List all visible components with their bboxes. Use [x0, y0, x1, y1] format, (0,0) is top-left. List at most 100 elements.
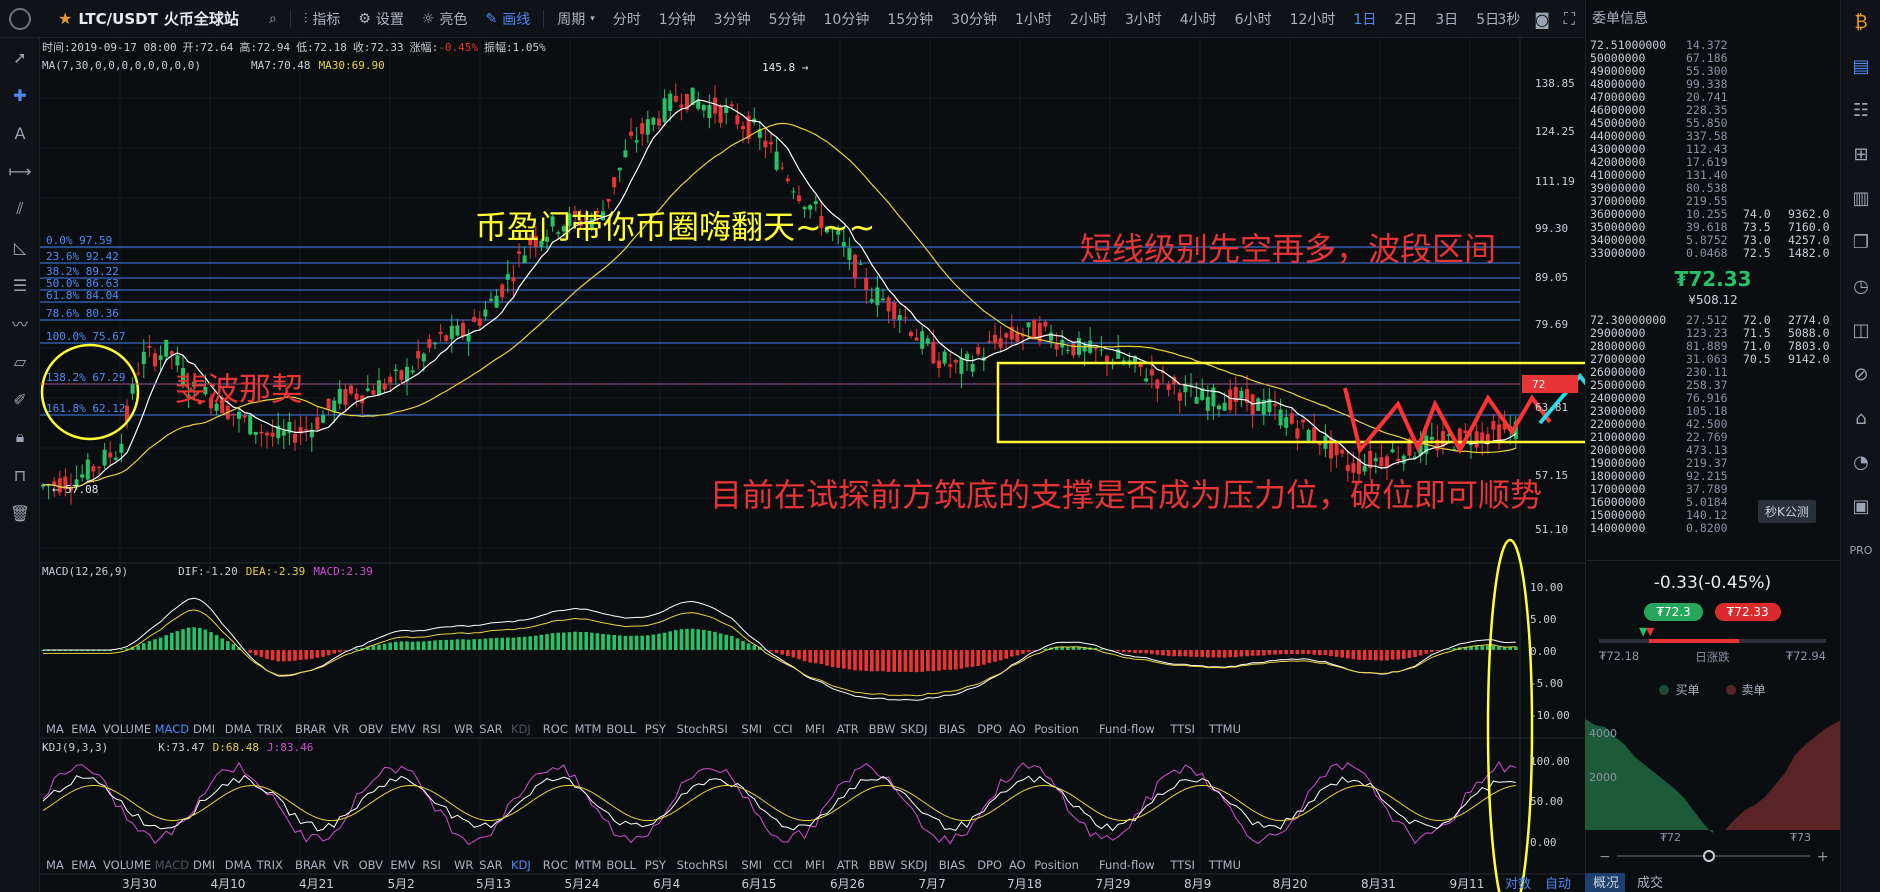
indicator-tab-TTSI[interactable]: TTSI [1169, 858, 1195, 872]
indicator-tab-MTM[interactable]: MTM [575, 858, 602, 872]
text-icon[interactable]: A [0, 114, 40, 152]
indicator-tab-PSY[interactable]: PSY [645, 722, 667, 736]
crosshair-icon[interactable]: ✚ [0, 76, 40, 114]
indicator-tab-ROC[interactable]: ROC [543, 858, 568, 872]
period-分时[interactable]: 分时 [604, 0, 650, 38]
orderbook-row[interactable]: 23000000 105.18 [1586, 404, 1840, 418]
indicator-tab-SAR[interactable]: SAR [479, 858, 502, 872]
period-10分钟[interactable]: 10分钟 [815, 0, 879, 38]
wave-icon[interactable]: 〰 [0, 304, 40, 342]
lock-icon[interactable]: 🔒︎ [0, 418, 40, 456]
search-icon[interactable]: ⌕ [260, 0, 286, 38]
indicator-tab-MA[interactable]: MA [46, 858, 64, 872]
indicator-tab-SKDJ[interactable]: SKDJ [900, 722, 927, 736]
indicator-tab-ATR[interactable]: ATR [837, 722, 859, 736]
orderbook-row[interactable]: 34000000 5.8752 73.0 4257.0 [1586, 233, 1840, 247]
orderbook-row[interactable]: 50000000 67.186 [1586, 51, 1840, 65]
indicator-tab-CCI[interactable]: CCI [773, 722, 792, 736]
orderbook-row[interactable]: 42000000 17.619 [1586, 155, 1840, 169]
indicator-tab-VR[interactable]: VR [333, 858, 349, 872]
orderbook-row[interactable]: 45000000 55.850 [1586, 116, 1840, 130]
orderbook-row[interactable]: 20000000 473.13 [1586, 443, 1840, 457]
indicator-tab-RSI[interactable]: RSI [422, 722, 441, 736]
indicator-tab-ROC[interactable]: ROC [543, 722, 568, 736]
orderbook-row[interactable]: 39000000 80.538 [1586, 181, 1840, 195]
indicator-tab-VOLUME[interactable]: VOLUME [103, 722, 151, 736]
orderbook-row[interactable]: 18000000 92.215 [1586, 469, 1840, 483]
indicator-tab-ATR[interactable]: ATR [837, 858, 859, 872]
orderbook-row[interactable]: 49000000 55.300 [1586, 64, 1840, 78]
compass-icon[interactable]: ⊘ [1841, 352, 1880, 396]
tab-trades[interactable]: 成交 [1637, 875, 1663, 891]
indicator-tab-BIAS[interactable]: BIAS [939, 722, 965, 736]
pair-selector[interactable]: ★ LTC/USDT 火币全球站 [40, 8, 260, 29]
period-3分钟[interactable]: 3分钟 [705, 0, 760, 38]
period-1小时[interactable]: 1小时 [1006, 0, 1061, 38]
pie-icon[interactable]: ◔ [1841, 440, 1880, 484]
indicator-tab-EMA[interactable]: EMA [71, 722, 96, 736]
orderbook-row[interactable]: 19000000 219.37 [1586, 456, 1840, 470]
orderbook-row[interactable]: 37000000 219.55 [1586, 194, 1840, 208]
period-30分钟[interactable]: 30分钟 [942, 0, 1006, 38]
copy-icon[interactable]: ❐ [1841, 220, 1880, 264]
indicator-tab-BRAR[interactable]: BRAR [295, 722, 326, 736]
orderbook-row[interactable]: 48000000 99.338 [1586, 77, 1840, 91]
fib-icon[interactable]: ☰ [0, 266, 40, 304]
bid-pill[interactable]: ₮72.3 [1644, 603, 1703, 621]
orderbook-row[interactable]: 21000000 22.769 [1586, 430, 1840, 444]
indicator-tab-MTM[interactable]: MTM [575, 722, 602, 736]
period-3小时[interactable]: 3小时 [1116, 0, 1171, 38]
indicator-tab-EMV[interactable]: EMV [390, 858, 415, 872]
orderbook-row[interactable]: 35000000 39.618 73.5 7160.0 [1586, 220, 1840, 234]
indicator-tab-MFI[interactable]: MFI [805, 722, 825, 736]
zoom-in-icon[interactable]: + [1817, 849, 1829, 865]
indicator-tab-VOLUME[interactable]: VOLUME [103, 858, 151, 872]
indicator-tab-Fund-flow[interactable]: Fund-flow [1099, 722, 1155, 736]
app-logo[interactable] [0, 0, 40, 38]
period-dropdown[interactable]: 周期 ▾ [548, 0, 604, 38]
period-12小时[interactable]: 12小时 [1281, 0, 1345, 38]
indicator-tab-TRIX[interactable]: TRIX [256, 722, 283, 736]
period-3日[interactable]: 3日 [1426, 0, 1467, 38]
trash-icon[interactable]: 🗑︎ [0, 494, 40, 532]
orderbook-row[interactable]: 72.30000000 27.512 72.0 2774.0 [1586, 313, 1840, 327]
indicator-tab-MA[interactable]: MA [46, 722, 64, 736]
indicator-tab-TTMU[interactable]: TTMU [1208, 858, 1241, 872]
period-2小时[interactable]: 2小时 [1061, 0, 1116, 38]
indicator-tab-Position[interactable]: Position [1034, 722, 1079, 736]
clock-icon[interactable]: ◷ [1841, 264, 1880, 308]
indicator-tab-OBV[interactable]: OBV [359, 722, 384, 736]
light-theme-button[interactable]: ☼ 亮色 [413, 0, 477, 38]
orderbook-row[interactable]: 43000000 112.43 [1586, 142, 1840, 156]
indicator-tab-OBV[interactable]: OBV [359, 858, 384, 872]
indicator-tab-BBW[interactable]: BBW [869, 722, 896, 736]
period-1分钟[interactable]: 1分钟 [650, 0, 705, 38]
bar-chart-icon[interactable]: ▥ [1841, 176, 1880, 220]
indicator-tab-StochRSI[interactable]: StochRSI [677, 722, 728, 736]
indicator-tab-AO[interactable]: AO [1009, 858, 1026, 872]
indicator-tab-PSY[interactable]: PSY [645, 858, 667, 872]
zoom-out-icon[interactable]: − [1599, 849, 1611, 865]
indicator-tab-CCI[interactable]: CCI [773, 858, 792, 872]
indicator-tab-BRAR[interactable]: BRAR [295, 858, 326, 872]
orderbook-row[interactable]: 28000000 81.889 71.0 7803.0 [1586, 339, 1840, 353]
layers-icon[interactable]: ◫ [1841, 308, 1880, 352]
grid-icon[interactable]: ⊞ [1841, 132, 1880, 176]
indicator-tab-MFI[interactable]: MFI [805, 858, 825, 872]
indicator-tab-BOLL[interactable]: BOLL [606, 858, 636, 872]
indicator-tab-EMV[interactable]: EMV [390, 722, 415, 736]
period-5分钟[interactable]: 5分钟 [760, 0, 815, 38]
tag-icon[interactable]: ⌂ [1841, 396, 1880, 440]
log-scale-toggle[interactable]: 对数 [1505, 877, 1531, 892]
zoom-slider-handle[interactable] [1703, 850, 1715, 862]
indicator-tab-DMA[interactable]: DMA [225, 858, 252, 872]
indicator-tab-DMA[interactable]: DMA [225, 722, 252, 736]
period-6小时[interactable]: 6小时 [1226, 0, 1281, 38]
miaok-button[interactable]: 秒K公测 [1758, 500, 1816, 523]
depth-chart[interactable]: 4000 2000 ₮72 ₮73 − + 概况 成交 [1585, 715, 1840, 892]
indicator-tab-TRIX[interactable]: TRIX [256, 858, 283, 872]
indicator-tab-StochRSI[interactable]: StochRSI [677, 858, 728, 872]
ruler-icon[interactable]: ▱ [0, 342, 40, 380]
fullscreen-icon[interactable]: ⛶ [1564, 9, 1575, 29]
orderbook-row[interactable]: 44000000 337.58 [1586, 129, 1840, 143]
